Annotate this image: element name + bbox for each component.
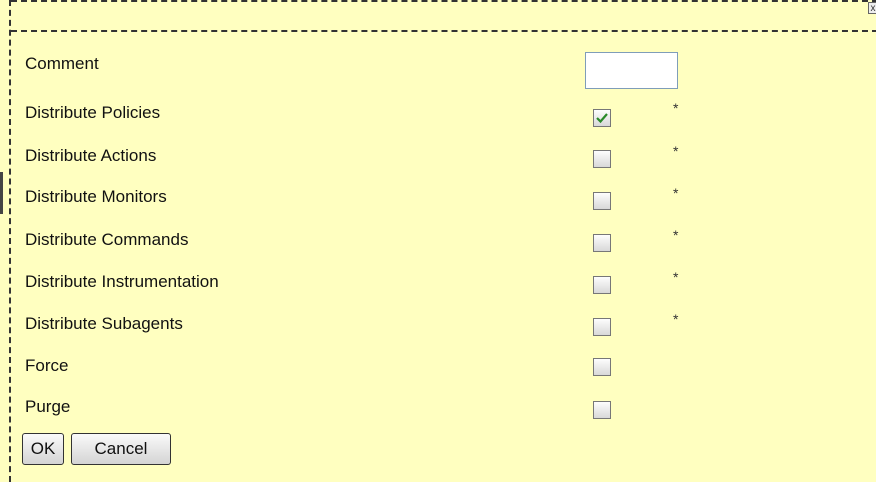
- window-edge-divider: [0, 172, 3, 214]
- checkbox-distribute-actions[interactable]: [593, 150, 611, 168]
- option-label-distribute-commands: Distribute Commands: [25, 230, 189, 249]
- dialog-title-bar: x: [11, 0, 876, 32]
- required-marker: *: [673, 227, 679, 243]
- check-mark-icon: [596, 113, 608, 124]
- required-marker: *: [673, 143, 679, 159]
- checkbox-distribute-instrumentation[interactable]: [593, 276, 611, 294]
- option-label-distribute-policies: Distribute Policies: [25, 103, 161, 122]
- option-label-force: Force: [25, 356, 69, 375]
- comment-input[interactable]: [585, 52, 678, 89]
- required-marker: *: [673, 100, 679, 116]
- comment-label: Comment: [25, 54, 99, 73]
- cancel-button[interactable]: Cancel: [71, 433, 171, 465]
- option-label-distribute-subagents: Distribute Subagents: [25, 314, 183, 333]
- checkbox-distribute-monitors[interactable]: [593, 192, 611, 210]
- option-label-distribute-actions: Distribute Actions: [25, 146, 157, 165]
- option-label-distribute-instrumentation: Distribute Instrumentation: [25, 272, 219, 291]
- required-marker: *: [673, 185, 679, 201]
- close-icon[interactable]: x: [868, 2, 876, 14]
- required-marker: *: [673, 311, 679, 327]
- required-marker: *: [673, 269, 679, 285]
- checkbox-force[interactable]: [593, 358, 611, 376]
- option-label-distribute-monitors: Distribute Monitors: [25, 187, 167, 206]
- checkbox-purge[interactable]: [593, 401, 611, 419]
- checkbox-distribute-subagents[interactable]: [593, 318, 611, 336]
- checkbox-distribute-policies[interactable]: [593, 109, 611, 127]
- checkbox-distribute-commands[interactable]: [593, 234, 611, 252]
- option-label-purge: Purge: [25, 397, 71, 416]
- ok-button[interactable]: OK: [22, 433, 64, 465]
